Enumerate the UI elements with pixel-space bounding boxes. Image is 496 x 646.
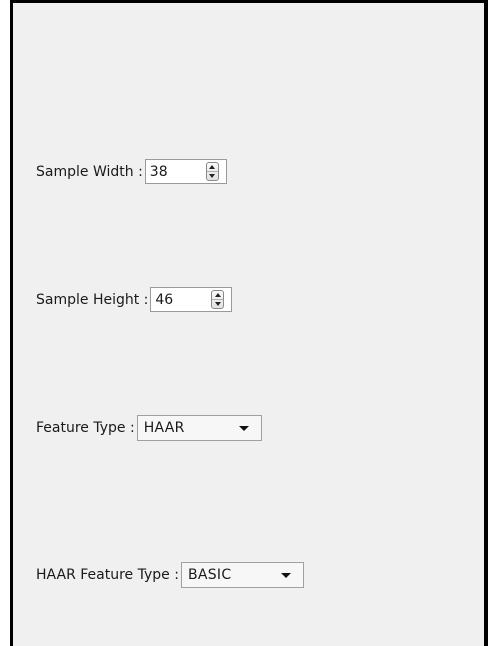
dropdown-arrow-icon[interactable]	[238, 426, 249, 431]
chevron-down-icon	[209, 174, 216, 178]
sample-width-label: Sample Width :	[36, 163, 143, 180]
sample-width-increment-button[interactable]	[206, 163, 218, 172]
sample-height-spinbox[interactable]: 46	[150, 287, 233, 312]
sample-width-spin-buttons[interactable]	[205, 162, 219, 181]
settings-panel: Sample Width : 38 Sample Height : 46 Fea…	[10, 0, 488, 646]
haar-feature-type-row: HAAR Feature Type : BASIC	[36, 562, 304, 588]
haar-feature-type-dropdown[interactable]: BASIC	[180, 562, 304, 588]
feature-type-label: Feature Type :	[36, 420, 135, 436]
sample-height-decrement-button[interactable]	[212, 300, 223, 308]
feature-type-dropdown[interactable]: HAAR	[136, 415, 262, 441]
chevron-up-icon	[214, 293, 221, 297]
feature-type-row: Feature Type : HAAR	[36, 415, 262, 441]
sample-height-increment-button[interactable]	[212, 291, 224, 300]
sample-height-spin-buttons[interactable]	[211, 290, 225, 309]
chevron-down-icon	[214, 302, 221, 306]
sample-height-label: Sample Height :	[36, 291, 149, 308]
sample-height-row: Sample Height : 46	[36, 287, 233, 312]
feature-type-selected-value[interactable]: HAAR	[144, 420, 185, 436]
chevron-up-icon	[209, 165, 216, 169]
haar-feature-type-selected-value[interactable]: BASIC	[188, 567, 231, 583]
haar-feature-type-label: HAAR Feature Type :	[36, 567, 179, 583]
sample-width-spinbox[interactable]: 38	[144, 159, 227, 184]
sample-width-decrement-button[interactable]	[207, 172, 218, 180]
sample-width-row: Sample Width : 38	[36, 159, 227, 184]
dropdown-arrow-icon[interactable]	[280, 573, 291, 578]
